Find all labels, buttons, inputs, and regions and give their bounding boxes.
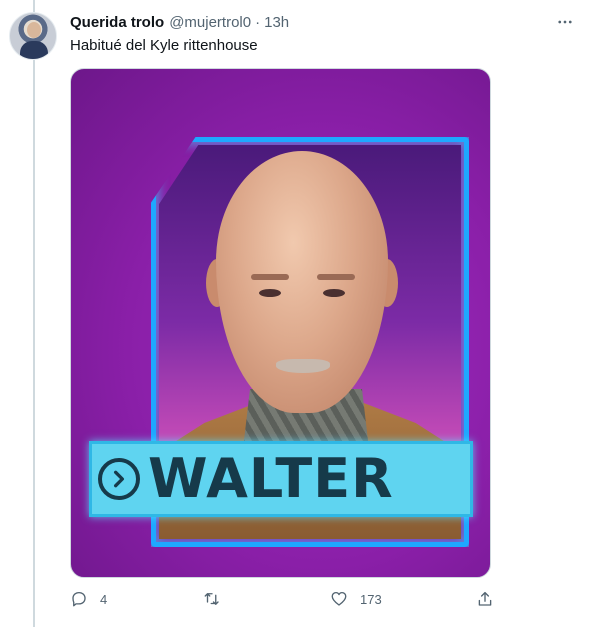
retweet-icon — [204, 593, 219, 605]
like-count: 173 — [360, 591, 382, 607]
avatar-face — [27, 22, 41, 38]
portrait-eye-left — [259, 289, 281, 297]
reply-count: 4 — [100, 591, 108, 607]
separator-dot: · — [255, 13, 261, 31]
avatar-shirt — [20, 41, 48, 59]
heart-icon — [331, 591, 347, 606]
reply-button[interactable]: 4 — [70, 590, 107, 608]
share-button[interactable] — [476, 590, 494, 608]
tweet-timestamp[interactable]: 13h — [264, 14, 289, 31]
media-nameplate-text: WALTER — [148, 447, 394, 510]
retweet-button[interactable] — [203, 590, 233, 608]
portrait-eye-right — [323, 289, 345, 297]
chevron-right-icon — [98, 458, 140, 500]
tweet[interactable]: Querida trolo @mujertrol0 · 13h Habitué … — [0, 0, 589, 627]
avatar[interactable] — [9, 12, 57, 60]
share-icon — [478, 591, 492, 606]
like-button[interactable]: 173 — [330, 590, 382, 608]
tweet-media-image[interactable]: WALTER — [70, 68, 491, 578]
author-name[interactable]: Querida trolo — [70, 14, 164, 31]
portrait-mustache — [276, 359, 330, 373]
media-nameplate: WALTER — [89, 441, 473, 517]
reply-icon — [72, 591, 86, 607]
portrait-brow-right — [317, 274, 355, 280]
tweet-header: Querida trolo @mujertrol0 · 13h — [70, 12, 289, 32]
more-icon — [558, 20, 572, 24]
portrait-brow-left — [251, 274, 289, 280]
tweet-actions: 4 173 — [70, 590, 500, 612]
more-options-button[interactable] — [553, 10, 577, 34]
author-handle[interactable]: @mujertrol0 — [169, 14, 251, 31]
tweet-text: Habitué del Kyle rittenhouse — [70, 37, 258, 54]
